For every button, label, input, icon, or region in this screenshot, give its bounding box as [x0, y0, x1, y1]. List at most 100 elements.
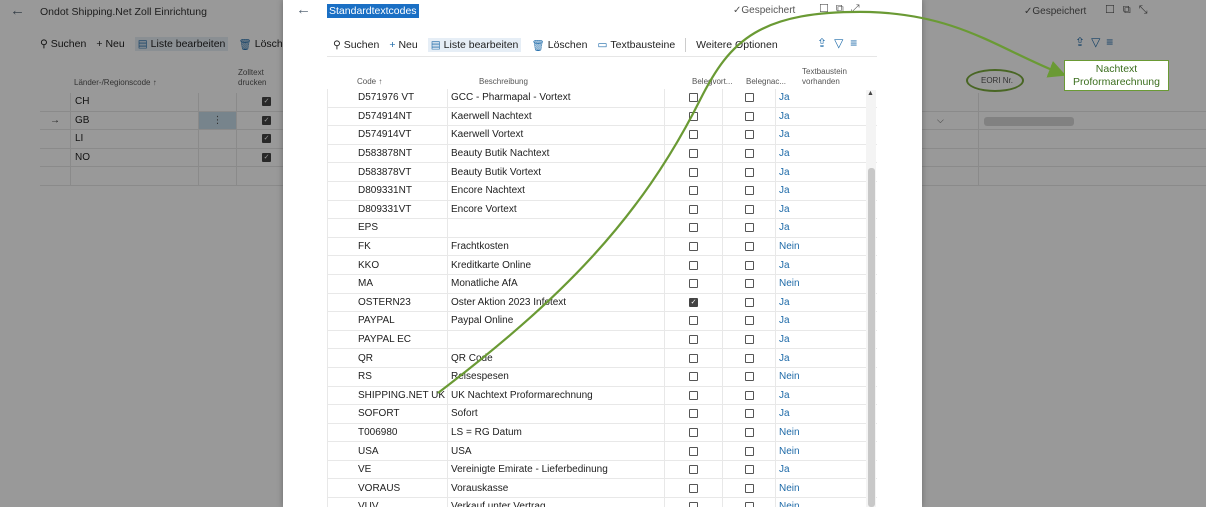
checkbox[interactable] — [744, 297, 754, 307]
code-cell[interactable]: PAYPAL — [327, 312, 447, 330]
description-cell[interactable]: Paypal Online — [447, 312, 664, 330]
checkbox[interactable] — [689, 353, 698, 363]
description-cell[interactable]: Beauty Butik Vortext — [447, 163, 664, 181]
code-cell[interactable]: USA — [327, 442, 447, 460]
checkbox[interactable] — [744, 149, 754, 159]
textbaustein-link[interactable]: Ja — [775, 163, 835, 181]
column-header-code[interactable]: Code ↑ — [357, 77, 382, 87]
table-row[interactable]: VORAUS Vorauskasse Nein — [327, 479, 877, 499]
search-button[interactable]: ⚲ Suchen — [333, 39, 379, 51]
textbaustein-link[interactable]: Ja — [775, 144, 835, 163]
checkbox[interactable] — [689, 465, 698, 475]
textbaustein-link[interactable]: Ja — [775, 349, 835, 367]
table-row[interactable]: EPS Ja — [327, 219, 877, 238]
checkbox[interactable] — [689, 260, 698, 270]
checkbox[interactable] — [689, 223, 698, 233]
checkbox[interactable] — [689, 111, 698, 121]
table-row[interactable]: QR QR Code Ja — [327, 349, 877, 368]
column-header-beleg-vortext[interactable]: Belegvort... — [692, 77, 732, 87]
description-cell[interactable]: Beauty Butik Nachtext — [447, 144, 664, 163]
checkbox[interactable] — [744, 465, 754, 475]
checkbox[interactable] — [744, 335, 754, 345]
table-row[interactable]: D809331NT Encore Nachtext Ja — [327, 181, 877, 201]
scrollbar-thumb[interactable] — [868, 168, 875, 507]
checkbox[interactable] — [689, 186, 698, 196]
code-cell[interactable]: D583878VT — [327, 163, 447, 181]
checkbox[interactable] — [744, 372, 754, 382]
column-header-beleg-nachtext[interactable]: Belegnac... — [746, 77, 786, 87]
code-cell[interactable]: D574914VT — [327, 126, 447, 144]
checkbox[interactable] — [689, 446, 698, 456]
code-cell[interactable]: D809331NT — [327, 181, 447, 200]
description-cell[interactable] — [447, 330, 664, 349]
table-row[interactable]: USA USA Nein — [327, 442, 877, 461]
description-cell[interactable]: Monatliche AfA — [447, 274, 664, 293]
description-cell[interactable]: USA — [447, 442, 664, 460]
edit-list-button[interactable]: ▤ Liste bearbeiten — [427, 38, 522, 52]
textbaustein-link[interactable]: Ja — [775, 460, 835, 479]
share-icon[interactable]: ⇪ — [817, 36, 834, 50]
table-row[interactable]: D583878VT Beauty Butik Vortext Ja — [327, 163, 877, 182]
textbaustein-link[interactable]: Nein — [775, 479, 835, 498]
table-row[interactable]: VUV Verkauf unter Vertrag Nein — [327, 498, 877, 507]
expand-icon[interactable]: ⤢ — [851, 3, 867, 15]
checkbox[interactable] — [689, 279, 698, 289]
code-cell[interactable]: PAYPAL EC — [327, 330, 447, 349]
checkbox[interactable] — [744, 167, 754, 177]
textbaustein-link[interactable]: Ja — [775, 312, 835, 330]
checkbox[interactable] — [689, 427, 698, 437]
textbaustein-link[interactable]: Ja — [775, 256, 835, 274]
checkbox[interactable] — [689, 149, 698, 159]
delete-button[interactable]: 🗑 Löschen — [531, 39, 587, 52]
checkbox[interactable] — [689, 204, 698, 214]
checkbox[interactable] — [689, 93, 698, 103]
description-cell[interactable]: Verkauf unter Vertrag — [447, 498, 664, 507]
table-row[interactable]: SOFORT Sofort Ja — [327, 405, 877, 424]
table-row[interactable]: PAYPAL EC Ja — [327, 330, 877, 350]
table-row[interactable]: FK Frachtkosten Nein — [327, 237, 877, 257]
code-cell[interactable]: VUV — [327, 498, 447, 507]
code-cell[interactable]: VORAUS — [327, 479, 447, 498]
description-cell[interactable]: Encore Nachtext — [447, 181, 664, 200]
popout-icon[interactable]: ⧉ — [836, 3, 851, 15]
description-cell[interactable]: Kaerwell Nachtext — [447, 107, 664, 126]
table-row[interactable]: D571976 VT GCC - Pharmapal - Vortext Ja — [327, 89, 877, 108]
checkbox[interactable] — [689, 130, 698, 140]
checkbox[interactable] — [689, 409, 698, 419]
checkbox[interactable] — [689, 483, 698, 493]
code-cell[interactable]: FK — [327, 237, 447, 256]
textbaustein-link[interactable]: Ja — [775, 386, 835, 405]
table-row[interactable]: D809331VT Encore Vortext Ja — [327, 200, 877, 220]
description-cell[interactable]: Vereinigte Emirate - Lieferbedinung — [447, 460, 664, 479]
table-row[interactable]: PAYPAL Paypal Online Ja — [327, 312, 877, 331]
textbaustein-link[interactable]: Ja — [775, 126, 835, 144]
table-row[interactable]: OSTERN23 Oster Aktion 2023 Infotext ✓ Ja — [327, 293, 877, 313]
checkbox[interactable] — [744, 502, 754, 507]
checkbox-checked[interactable]: ✓ — [689, 297, 698, 307]
table-row[interactable]: MA Monatliche AfA Nein — [327, 274, 877, 294]
code-cell[interactable]: QR — [327, 349, 447, 367]
code-cell[interactable]: T006980 — [327, 423, 447, 442]
description-cell[interactable]: GCC - Pharmapal - Vortext — [447, 89, 664, 107]
table-row[interactable]: D583878NT Beauty Butik Nachtext Ja — [327, 144, 877, 164]
checkbox[interactable] — [744, 427, 754, 437]
list-view-icon[interactable]: ≡ — [850, 36, 864, 50]
code-cell[interactable]: RS — [327, 367, 447, 386]
table-row[interactable]: T006980 LS = RG Datum Nein — [327, 423, 877, 443]
column-header-description[interactable]: Beschreibung — [479, 77, 528, 87]
text-blocks-button[interactable]: ▭ Textbausteine — [597, 39, 675, 51]
code-cell[interactable]: D571976 VT — [327, 89, 447, 107]
code-cell[interactable]: VE — [327, 460, 447, 479]
textbaustein-link[interactable]: Ja — [775, 181, 835, 200]
table-row[interactable]: KKO Kreditkarte Online Ja — [327, 256, 877, 275]
description-cell[interactable]: LS = RG Datum — [447, 423, 664, 442]
code-cell[interactable]: EPS — [327, 219, 447, 237]
bookmark-icon[interactable]: ☐ — [819, 3, 836, 15]
checkbox[interactable] — [744, 223, 754, 233]
checkbox[interactable] — [744, 111, 754, 121]
table-row[interactable]: RS Reisespesen Nein — [327, 367, 877, 387]
checkbox[interactable] — [744, 483, 754, 493]
checkbox[interactable] — [689, 316, 698, 326]
code-cell[interactable]: KKO — [327, 256, 447, 274]
textbaustein-link[interactable]: Ja — [775, 89, 835, 107]
